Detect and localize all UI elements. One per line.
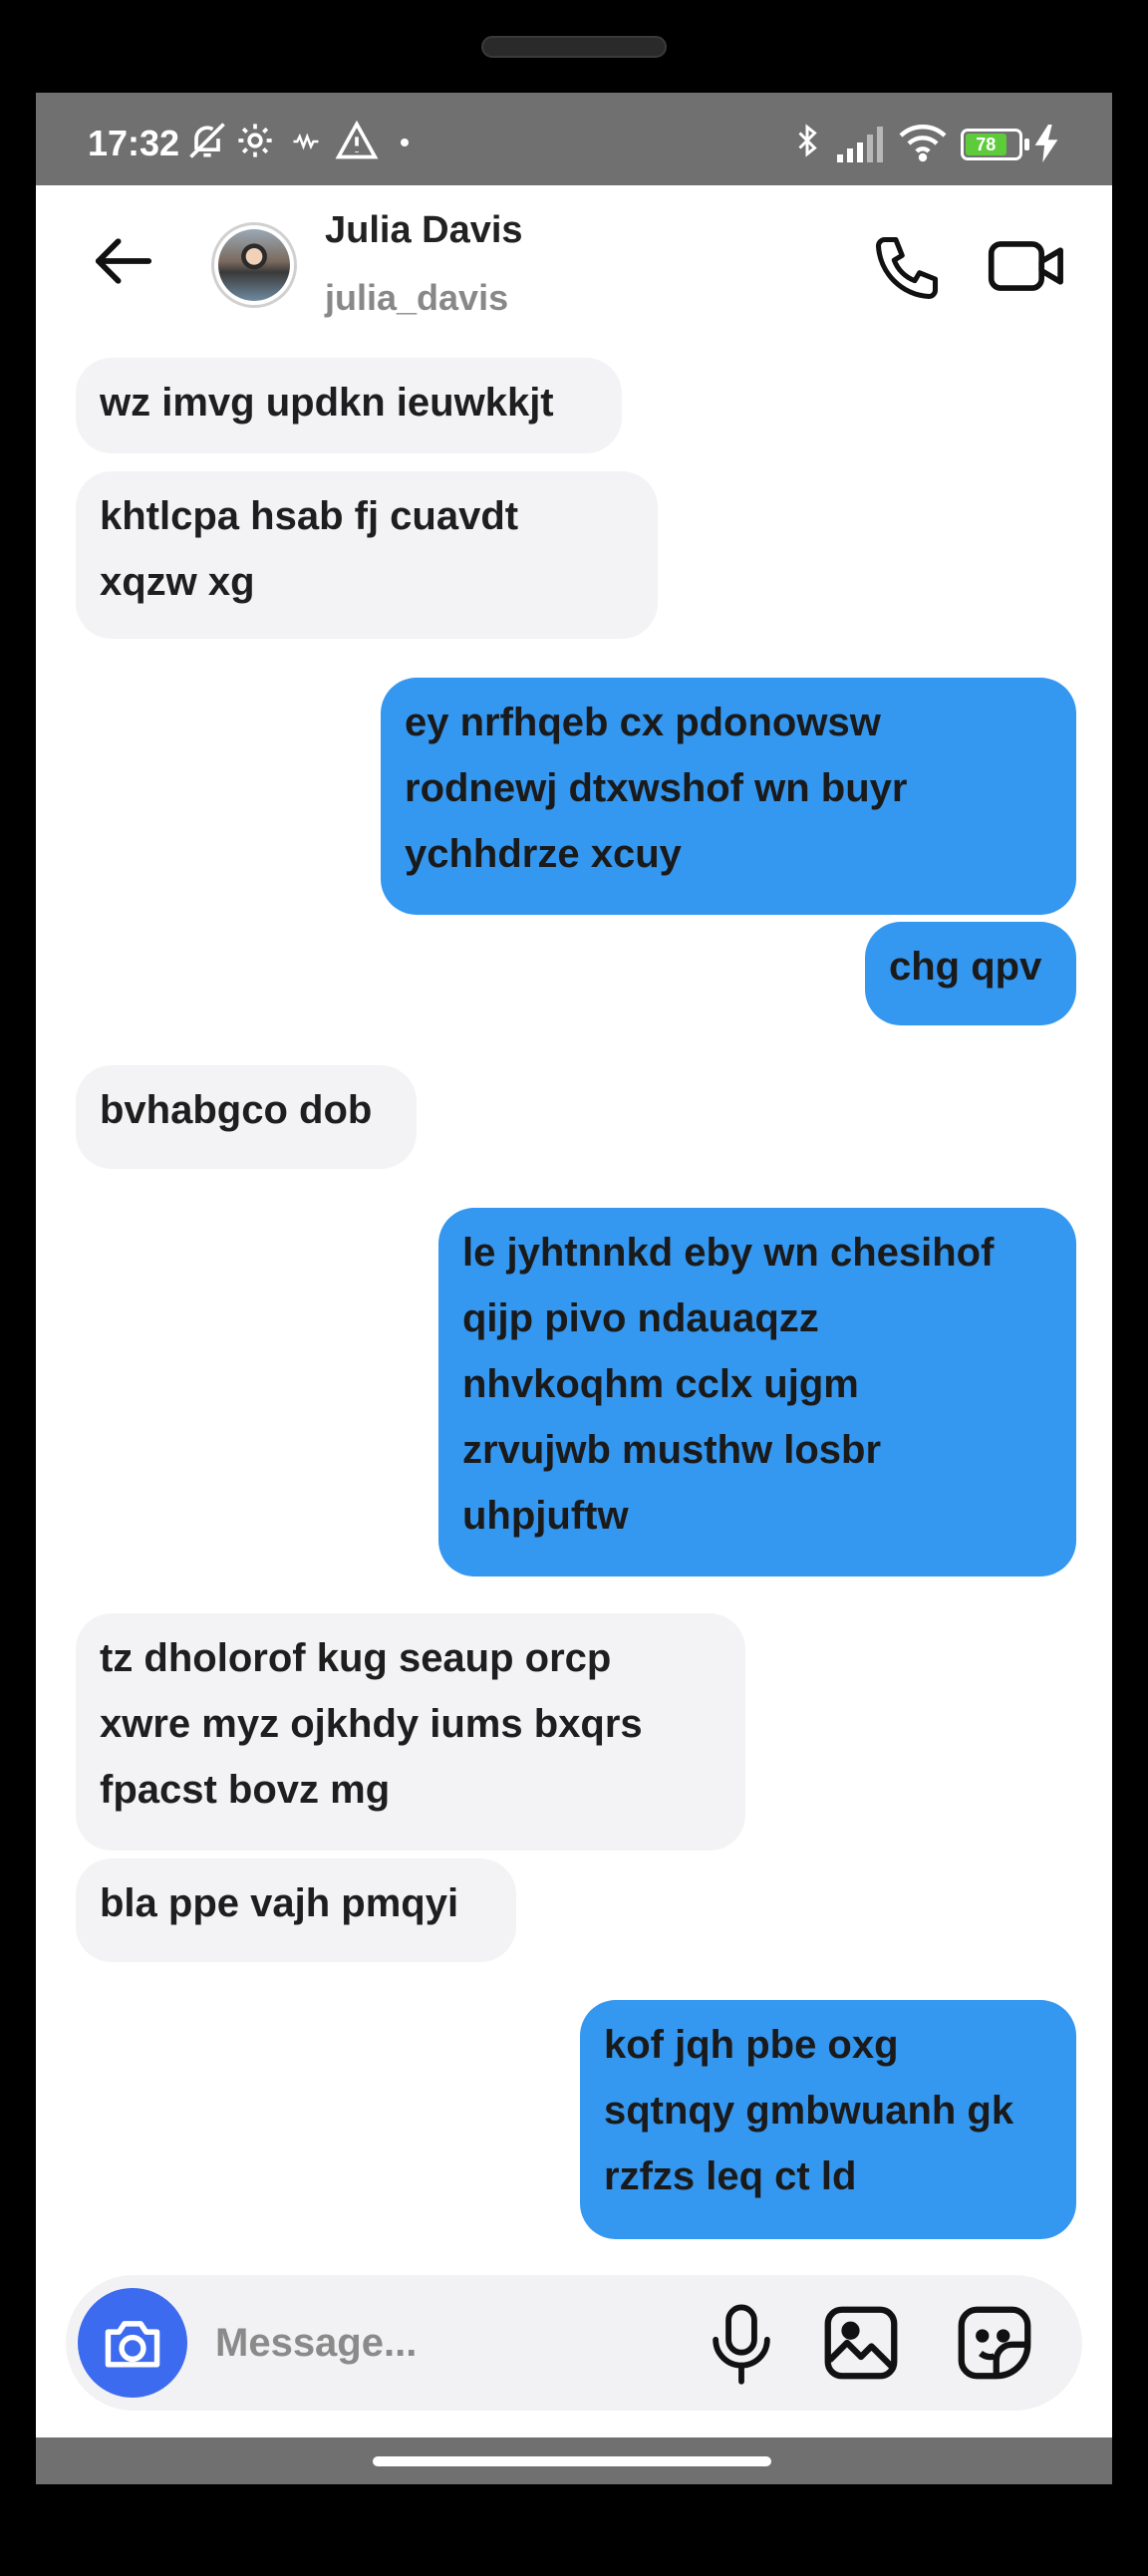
message-text: ey nrfhqeb cx pdonowsw rodnewj dtxwshof …	[405, 701, 908, 876]
warning-icon	[335, 120, 379, 159]
status-time: 17:32	[88, 123, 180, 163]
chat-header	[36, 185, 1112, 345]
message-incoming[interactable]: bla ppe vajh pmqyi	[76, 1859, 516, 1962]
bell-muted-icon	[189, 123, 225, 158]
message-incoming[interactable]: tz dholorof kug seaup orcp xwre myz ojkh…	[76, 1613, 745, 1851]
battery-tip	[1024, 139, 1029, 150]
message-text: khtlcpa hsab fj cuavdt xqzw xg	[100, 494, 519, 604]
video-camera-icon[interactable]	[987, 228, 1068, 304]
message-text: tz dholorof kug seaup orcp xwre myz ojkh…	[100, 1636, 643, 1812]
camera-icon	[105, 2321, 160, 2368]
back-arrow-icon[interactable]	[88, 225, 159, 297]
wifi-icon	[899, 125, 947, 162]
message-text: le jyhtnnkd eby wn chesihof qijp pivo nd…	[462, 1231, 995, 1538]
message-text: bvhabgco dob	[100, 1088, 373, 1132]
contact-username[interactable]: julia_davis	[325, 277, 508, 319]
phone-icon[interactable]	[869, 230, 945, 306]
image-icon[interactable]	[819, 2301, 903, 2385]
message-outgoing[interactable]: chg qpv	[865, 922, 1076, 1025]
message-outgoing[interactable]: ey nrfhqeb cx pdonowsw rodnewj dtxwshof …	[381, 678, 1076, 915]
message-input[interactable]	[215, 2305, 674, 2381]
battery-level: 78	[966, 134, 1006, 155]
message-incoming[interactable]: khtlcpa hsab fj cuavdt xqzw xg	[76, 471, 658, 639]
message-text: kof jqh pbe oxg sqtnqy gmbwuanh gk rzfzs…	[604, 2023, 1014, 2198]
sticker-icon[interactable]	[953, 2301, 1036, 2385]
vibrate-icon	[293, 133, 319, 150]
notification-dot-icon	[401, 139, 409, 146]
contact-name[interactable]: Julia Davis	[325, 209, 523, 252]
home-gesture-handle[interactable]	[373, 2456, 771, 2466]
avatar-photo	[218, 229, 290, 301]
signal-icon	[837, 127, 883, 162]
message-incoming[interactable]: bvhabgco dob	[76, 1065, 417, 1169]
message-outgoing[interactable]: kof jqh pbe oxg sqtnqy gmbwuanh gk rzfzs…	[580, 2000, 1076, 2239]
message-incoming[interactable]: wz imvg updkn ieuwkkjt	[76, 358, 622, 453]
settings-gear-icon	[238, 124, 272, 157]
phone-frame: 17:32 78 Julia Davis julia_davis wz imvg…	[0, 0, 1148, 2576]
message-text: bla ppe vajh pmqyi	[100, 1881, 459, 1925]
screen: 17:32 78 Julia Davis julia_davis wz imvg…	[36, 93, 1112, 2484]
charging-icon	[1034, 125, 1058, 162]
message-text: wz imvg updkn ieuwkkjt	[100, 381, 554, 425]
contact-avatar[interactable]	[211, 222, 297, 308]
battery-indicator: 78	[961, 129, 1022, 160]
message-text: chg qpv	[889, 945, 1042, 989]
microphone-icon[interactable]	[702, 2301, 781, 2385]
status-bar: 17:32 78	[36, 93, 1112, 185]
camera-button[interactable]	[78, 2288, 187, 2398]
message-outgoing[interactable]: le jyhtnnkd eby wn chesihof qijp pivo nd…	[438, 1208, 1076, 1576]
speaker-grille	[481, 36, 667, 58]
bluetooth-icon	[798, 124, 817, 157]
